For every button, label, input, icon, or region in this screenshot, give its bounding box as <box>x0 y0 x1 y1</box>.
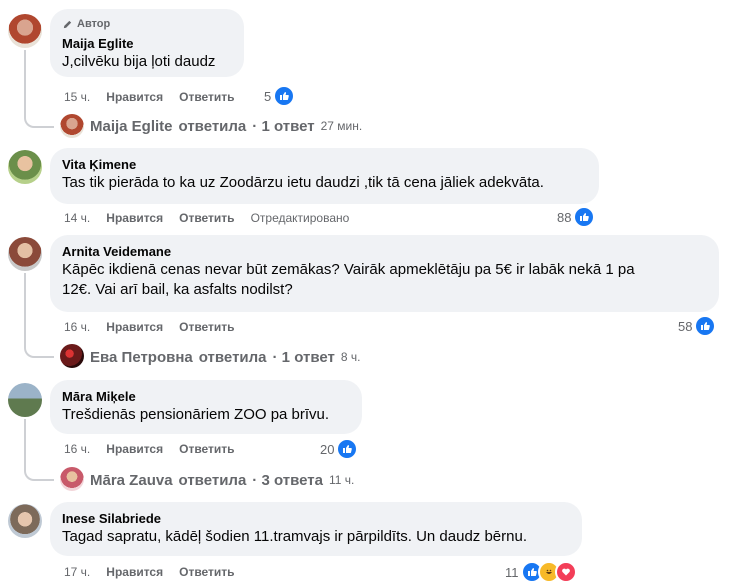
view-replies-link[interactable]: Ева Петровна ответила · 1 ответ 8 ч. <box>90 345 360 369</box>
comment-text: Trešdienās pensionāriem ZOO pa brīvu. <box>62 406 330 423</box>
reaction-count[interactable]: 88 <box>557 206 596 228</box>
comment-text-line-1: Kāpēc ikdienā cenas nevar būt zemākas? V… <box>62 261 635 278</box>
reply-button[interactable]: Ответить <box>179 442 234 456</box>
reply-button[interactable]: Ответить <box>179 320 234 334</box>
comment-bubble: Автор Maija Eglite J,cilvēku bija ļoti d… <box>50 9 244 77</box>
avatar-arnita-veidemane[interactable] <box>8 237 42 271</box>
reply-button[interactable]: Ответить <box>179 90 234 104</box>
comment-actions: 17 ч. Нравится Ответить <box>64 564 235 580</box>
like-button[interactable]: Нравится <box>106 442 163 456</box>
comment-bubble: Inese Silabriede Tagad sapratu, kādēļ šo… <box>50 502 582 556</box>
comment-author[interactable]: Arnita Veidemane <box>62 243 707 260</box>
comment-time[interactable]: 17 ч. <box>64 565 90 579</box>
comment-bubble: Māra Miķele Trešdienās pensionāriem ZOO … <box>50 380 362 434</box>
thread-connector <box>24 273 54 358</box>
reply-verb: ответила <box>178 117 247 135</box>
like-reaction-icon <box>336 438 359 460</box>
reply-button[interactable]: Ответить <box>179 565 234 579</box>
reaction-count-value: 5 <box>264 88 272 104</box>
love-reaction-icon <box>554 561 577 583</box>
comment-author[interactable]: Vita Ķimene <box>62 156 587 173</box>
reply-author: Maija Eglite <box>90 117 173 135</box>
pencil-icon <box>63 20 72 28</box>
view-replies-link[interactable]: Maija Eglite ответила · 1 ответ 27 мин. <box>90 114 362 138</box>
like-button[interactable]: Нравится <box>106 211 163 225</box>
avatar-inese-silabriede[interactable] <box>8 504 42 538</box>
reply-count: · 1 ответ <box>272 348 335 366</box>
reply-time: 8 ч. <box>340 350 361 364</box>
reply-count: · 1 ответ <box>252 117 315 135</box>
comment-actions: 16 ч. Нравится Ответить <box>64 441 235 457</box>
comment-bubble: Arnita Veidemane Kāpēc ikdienā cenas nev… <box>50 235 719 312</box>
comment-time[interactable]: 14 ч. <box>64 211 90 225</box>
reaction-count[interactable]: 5 <box>264 85 296 107</box>
reaction-count-value: 11 <box>505 564 519 580</box>
reply-avatar[interactable] <box>60 344 84 368</box>
reply-avatar[interactable] <box>60 467 84 491</box>
reply-avatar[interactable] <box>60 114 84 138</box>
comment-text: Tas tik pierāda to ka uz Zoodārzu ietu d… <box>62 174 544 191</box>
reply-count: · 3 ответа <box>252 471 323 489</box>
reaction-count-value: 88 <box>557 209 572 225</box>
avatar-maija-eglite[interactable] <box>8 14 42 48</box>
comment-text: J,cilvēku bija ļoti daudz <box>62 53 216 70</box>
reaction-count[interactable]: 11 <box>505 561 577 583</box>
like-reaction-icon <box>573 206 596 228</box>
reaction-count-value: 58 <box>678 318 693 334</box>
reply-verb: ответила <box>198 348 267 366</box>
reply-author: Māra Zauva <box>90 471 173 489</box>
author-badge-label: Автор <box>77 18 111 30</box>
avatar-vita-kimene[interactable] <box>8 150 42 184</box>
reaction-count[interactable]: 58 <box>678 315 717 337</box>
avatar-mara-mikele[interactable] <box>8 383 42 417</box>
comment-actions: 15 ч. Нравится Ответить <box>64 89 235 105</box>
reaction-count[interactable]: 20 <box>320 438 359 460</box>
comment-actions: 14 ч. Нравится Ответить Отредактировано <box>64 210 349 226</box>
author-badge: Автор <box>62 17 232 31</box>
comment-time[interactable]: 16 ч. <box>64 320 90 334</box>
comment-text: Tagad sapratu, kādēļ šodien 11.tramvajs … <box>62 528 527 545</box>
comment-time[interactable]: 16 ч. <box>64 442 90 456</box>
reply-time: 11 ч. <box>328 473 355 487</box>
comment-author[interactable]: Maija Eglite <box>62 35 232 52</box>
comment-time[interactable]: 15 ч. <box>64 90 90 104</box>
reply-button[interactable]: Ответить <box>179 211 234 225</box>
like-button[interactable]: Нравится <box>106 565 163 579</box>
comment-author[interactable]: Māra Miķele <box>62 388 350 405</box>
thread-connector <box>24 50 54 128</box>
view-replies-link[interactable]: Māra Zauva ответила · 3 ответа 11 ч. <box>90 468 354 492</box>
like-reaction-icon <box>273 85 296 107</box>
comment-bubble: Vita Ķimene Tas tik pierāda to ka uz Zoo… <box>50 148 599 204</box>
reaction-count-value: 20 <box>320 441 335 457</box>
edited-label: Отредактировано <box>250 211 350 225</box>
reply-author: Ева Петровна <box>90 348 193 366</box>
thread-connector <box>24 419 54 481</box>
like-reaction-icon <box>694 315 717 337</box>
reply-verb: ответила <box>178 471 247 489</box>
comment-author[interactable]: Inese Silabriede <box>62 510 570 527</box>
reply-time: 27 мин. <box>320 119 363 133</box>
comment-actions: 16 ч. Нравится Ответить <box>64 319 235 335</box>
comment-text-line-2: 12€. Vai arī bail, ka asfalts nodilst? <box>62 281 293 298</box>
like-button[interactable]: Нравится <box>106 90 163 104</box>
like-button[interactable]: Нравится <box>106 320 163 334</box>
